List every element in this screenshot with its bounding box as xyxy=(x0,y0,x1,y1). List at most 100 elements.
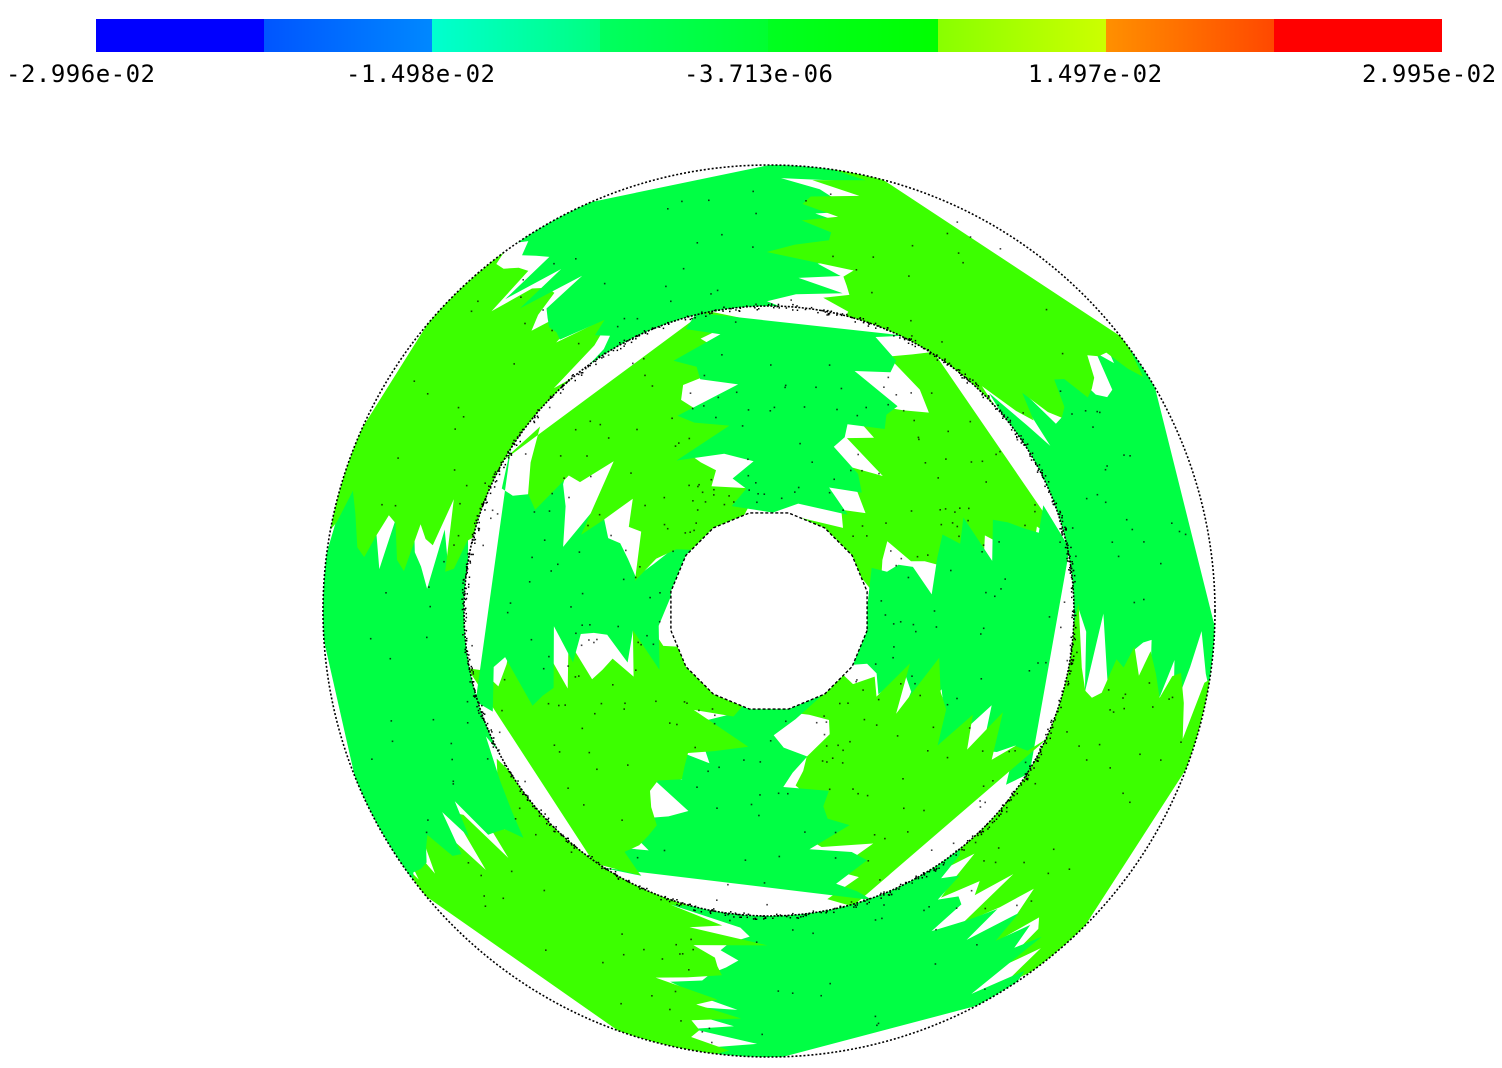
mesh-speck xyxy=(531,556,533,559)
interface-speck xyxy=(478,712,480,714)
mesh-speck xyxy=(698,483,700,486)
mesh-speck xyxy=(710,478,713,481)
interface-speck xyxy=(493,473,496,475)
interface-speck xyxy=(597,861,600,864)
interface-speck xyxy=(1068,569,1070,571)
interface-speck xyxy=(462,582,464,584)
mesh-speck xyxy=(880,600,883,602)
mesh-speck xyxy=(777,990,780,992)
mesh-speck xyxy=(1052,848,1055,851)
mesh-speck xyxy=(1008,750,1010,753)
interface-speck xyxy=(1071,659,1073,661)
mesh-speck xyxy=(535,833,537,836)
mesh-speck xyxy=(939,509,941,511)
mesh-speck xyxy=(982,544,985,546)
interface-speck xyxy=(746,916,748,919)
interface-speck xyxy=(471,669,473,671)
mesh-speck xyxy=(710,293,712,295)
mesh-speck xyxy=(1005,810,1008,813)
interface-speck xyxy=(1074,638,1076,641)
mesh-speck xyxy=(553,262,555,265)
mesh-speck xyxy=(713,488,715,491)
interface-speck xyxy=(1000,813,1002,815)
interface-speck xyxy=(472,695,475,697)
mesh-speck xyxy=(542,667,545,670)
interface-speck xyxy=(488,485,490,487)
mesh-speck xyxy=(389,657,392,660)
interface-speck xyxy=(1020,435,1022,437)
mesh-speck xyxy=(533,511,536,513)
interface-speck xyxy=(517,780,519,782)
mesh-speck xyxy=(721,354,723,356)
mesh-speck xyxy=(829,193,832,195)
mesh-speck xyxy=(1117,555,1120,558)
interface-speck xyxy=(964,373,966,375)
mesh-speck xyxy=(980,678,983,680)
mesh-speck xyxy=(919,694,921,697)
mesh-speck xyxy=(522,279,524,281)
interface-speck xyxy=(1061,520,1064,523)
mesh-speck xyxy=(567,787,569,789)
interface-speck xyxy=(914,339,917,342)
mesh-speck xyxy=(1022,412,1024,414)
interface-speck xyxy=(825,912,827,914)
mesh-speck xyxy=(502,897,505,900)
mesh-speck xyxy=(734,321,737,323)
mesh-speck xyxy=(723,503,726,506)
mesh-speck xyxy=(829,982,831,985)
interface-speck xyxy=(462,592,464,594)
interface-speck xyxy=(616,349,619,352)
mesh-speck xyxy=(1171,522,1173,524)
interface-speck xyxy=(943,359,946,362)
mesh-speck xyxy=(1171,696,1174,699)
interface-speck xyxy=(469,562,472,564)
mesh-speck xyxy=(1104,468,1107,471)
interface-speck xyxy=(1041,469,1043,471)
interface-speck xyxy=(554,830,556,833)
mesh-speck xyxy=(583,804,585,806)
mesh-speck xyxy=(850,469,852,472)
mesh-speck xyxy=(976,944,978,946)
mesh-speck xyxy=(716,289,719,292)
interface-speck xyxy=(1044,485,1046,488)
interface-speck xyxy=(646,887,648,890)
mesh-speck xyxy=(588,639,590,641)
mesh-speck xyxy=(883,386,885,388)
interface-speck xyxy=(944,358,946,360)
interface-speck xyxy=(859,317,861,320)
interface-speck xyxy=(1071,610,1074,613)
mesh-speck xyxy=(871,291,873,294)
mesh-speck xyxy=(955,907,958,909)
mesh-speck xyxy=(984,801,986,804)
interface-speck xyxy=(705,315,707,317)
mesh-speck xyxy=(914,682,916,685)
interface-speck xyxy=(898,888,900,890)
mesh-speck xyxy=(688,484,690,487)
interface-speck xyxy=(466,637,468,640)
interface-speck xyxy=(991,821,994,824)
mesh-speck xyxy=(689,531,691,533)
mesh-speck xyxy=(578,551,581,553)
mesh-speck xyxy=(982,785,985,787)
mesh-speck xyxy=(866,794,869,797)
mesh-speck xyxy=(834,831,837,834)
interface-speck xyxy=(966,382,968,384)
mesh-speck xyxy=(811,461,813,463)
mesh-speck xyxy=(980,633,982,635)
mesh-speck xyxy=(865,406,867,409)
interface-speck xyxy=(474,538,477,541)
mesh-speck xyxy=(471,644,473,647)
mesh-speck xyxy=(666,527,669,530)
interface-speck xyxy=(709,911,711,913)
mesh-speck xyxy=(640,643,642,646)
mesh-speck xyxy=(1092,426,1094,428)
mesh-speck xyxy=(514,818,517,820)
mesh-speck xyxy=(581,624,583,626)
mesh-speck xyxy=(501,709,503,712)
interface-speck xyxy=(942,864,945,866)
mesh-speck xyxy=(590,475,592,478)
mesh-speck xyxy=(427,819,429,821)
mesh-speck xyxy=(711,708,714,710)
mesh-speck xyxy=(910,319,912,322)
mesh-speck xyxy=(1068,868,1071,870)
